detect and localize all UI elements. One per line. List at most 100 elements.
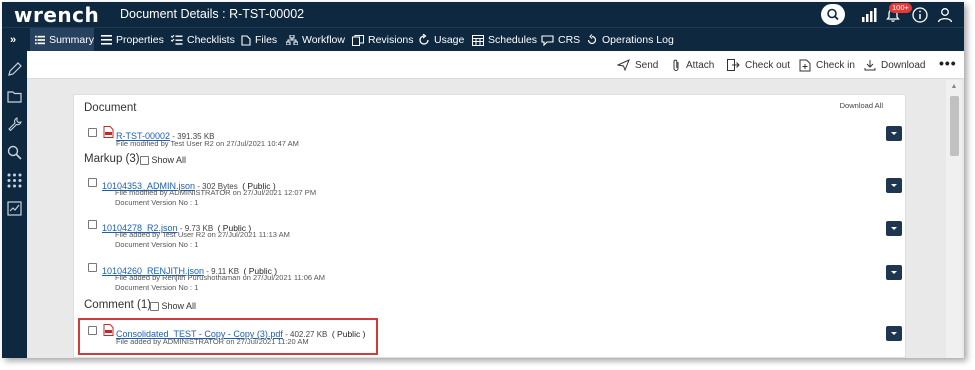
file-checkbox[interactable] [88, 128, 97, 137]
vertical-scrollbar[interactable]: ▲ [946, 80, 962, 358]
attach-label: Attach [686, 59, 715, 71]
document-file-row: R-TST-00002 - 391.35 KB File modified by… [86, 126, 902, 150]
tab-files[interactable]: Files [241, 28, 277, 52]
document-version: Document Version No : 1 [115, 240, 199, 249]
scroll-up-arrow-icon[interactable]: ▲ [946, 82, 962, 92]
markup-file-row: 10104278_R2.json - 9.73 KB ( Public ) Fi… [86, 218, 902, 252]
list-icon [35, 35, 46, 45]
attach-button[interactable]: Attach [671, 58, 714, 72]
tab-label: Revisions [368, 34, 414, 46]
file-checkbox[interactable] [88, 263, 97, 272]
folder-icon[interactable] [6, 88, 23, 105]
tab-label: Operations Log [602, 34, 674, 46]
tab-label: Properties [116, 34, 164, 46]
check-out-button[interactable]: Check out [727, 58, 790, 72]
tab-label: CRS [558, 34, 581, 46]
download-button[interactable]: Download [864, 58, 925, 72]
scrollbar-thumb[interactable] [950, 96, 959, 156]
user-icon[interactable] [936, 6, 954, 24]
tab-bar: » Summary Properties Checklists Files Wo… [2, 27, 964, 52]
file-actions-dropdown[interactable] [886, 221, 902, 236]
check-out-icon [727, 59, 740, 71]
search-button[interactable] [821, 4, 845, 25]
wrench-icon[interactable] [6, 116, 23, 133]
markup-file-row: 10104260_RENJITH.json - 9.11 KB ( Public… [86, 261, 902, 295]
comment-section-title: Comment (1) [84, 299, 152, 311]
tab-revisions[interactable]: Revisions [352, 28, 414, 52]
pencil-icon[interactable] [6, 61, 23, 78]
tab-summary[interactable]: Summary [30, 28, 94, 52]
paperclip-icon [673, 59, 679, 71]
tab-properties[interactable]: Properties [101, 28, 164, 52]
tab-usage[interactable]: Usage [418, 28, 464, 52]
file-checkbox[interactable] [88, 178, 97, 187]
file-checkbox[interactable] [88, 220, 97, 229]
revisions-icon [352, 34, 364, 46]
apps-grid-icon[interactable] [6, 172, 23, 189]
info-icon[interactable] [911, 6, 929, 24]
crs-icon [541, 34, 554, 46]
app-logo[interactable]: wrench [14, 3, 99, 27]
top-header: wrench Document Details : R-TST-00002 10… [2, 2, 964, 27]
properties-icon [101, 35, 112, 45]
action-toolbar: Send Attach Check out Check in Download … [27, 51, 964, 79]
checklist-icon [171, 35, 183, 45]
file-info: File modified by Test User R2 on 27/Jul/… [116, 139, 299, 148]
file-actions-dropdown[interactable] [886, 178, 902, 193]
notification-badge: 100+ [889, 3, 912, 13]
tab-schedules[interactable]: Schedules [472, 28, 537, 52]
markup-section-title: Markup (3) [84, 153, 140, 165]
download-label: Download [881, 59, 926, 71]
document-version: Document Version No : 1 [115, 283, 199, 292]
check-in-icon [799, 59, 811, 71]
file-info: File modified by ADMINISTRATOR on 27/Jul… [115, 188, 317, 197]
schedules-icon [472, 34, 484, 46]
search-icon[interactable] [6, 144, 23, 161]
tab-label: Checklists [187, 34, 235, 46]
left-sidebar [2, 51, 27, 358]
check-in-label: Check in [816, 59, 855, 71]
search-icon [827, 8, 839, 21]
tab-label: Schedules [488, 34, 538, 46]
show-all-label: Show All [151, 155, 187, 165]
markup-file-row: 10104353_ADMIN.json - 302 Bytes ( Public… [86, 176, 902, 210]
file-actions-dropdown[interactable] [886, 265, 902, 280]
tab-label: Workflow [302, 34, 345, 46]
highlight-box [78, 318, 378, 355]
show-all-label: Show All [161, 301, 197, 311]
file-actions-dropdown[interactable] [886, 126, 902, 141]
document-section-title: Document [84, 102, 137, 114]
download-all-link[interactable]: Download All [840, 101, 883, 110]
send-button[interactable]: Send [617, 58, 658, 72]
tab-checklists[interactable]: Checklists [171, 28, 235, 52]
tab-crs[interactable]: CRS [541, 28, 580, 52]
send-icon [617, 59, 630, 71]
tab-operations-log[interactable]: Operations Log [586, 28, 674, 52]
tab-workflow[interactable]: Workflow [286, 28, 345, 52]
check-out-label: Check out [745, 59, 791, 71]
send-label: Send [635, 59, 659, 71]
comment-show-all[interactable]: Show All [150, 301, 196, 311]
app-window: wrench Document Details : R-TST-00002 10… [2, 2, 964, 358]
tab-label: Summary [49, 34, 94, 46]
signal-icon[interactable] [860, 6, 878, 24]
files-icon [241, 34, 251, 46]
expand-sidebar-button[interactable]: » [10, 34, 16, 46]
check-in-button[interactable]: Check in [799, 58, 855, 72]
file-info: File added by Test User R2 on 27/Jul/202… [115, 230, 290, 239]
pdf-file-icon [103, 126, 114, 138]
file-info: File added by Renjith Purushothaman on 2… [115, 273, 325, 282]
tab-label: Files [255, 34, 278, 46]
download-icon [864, 60, 876, 71]
page-title: Document Details : R-TST-00002 [120, 7, 305, 21]
document-version: Document Version No : 1 [115, 198, 199, 207]
file-actions-dropdown[interactable] [886, 326, 902, 341]
operations-log-icon [587, 34, 597, 45]
show-all-checkbox[interactable] [140, 155, 149, 165]
more-options-button[interactable]: ••• [939, 55, 957, 71]
markup-show-all[interactable]: Show All [140, 155, 186, 165]
show-all-checkbox[interactable] [150, 301, 159, 311]
workflow-icon [286, 35, 298, 45]
report-icon[interactable] [6, 200, 23, 217]
tab-label: Usage [434, 34, 465, 46]
